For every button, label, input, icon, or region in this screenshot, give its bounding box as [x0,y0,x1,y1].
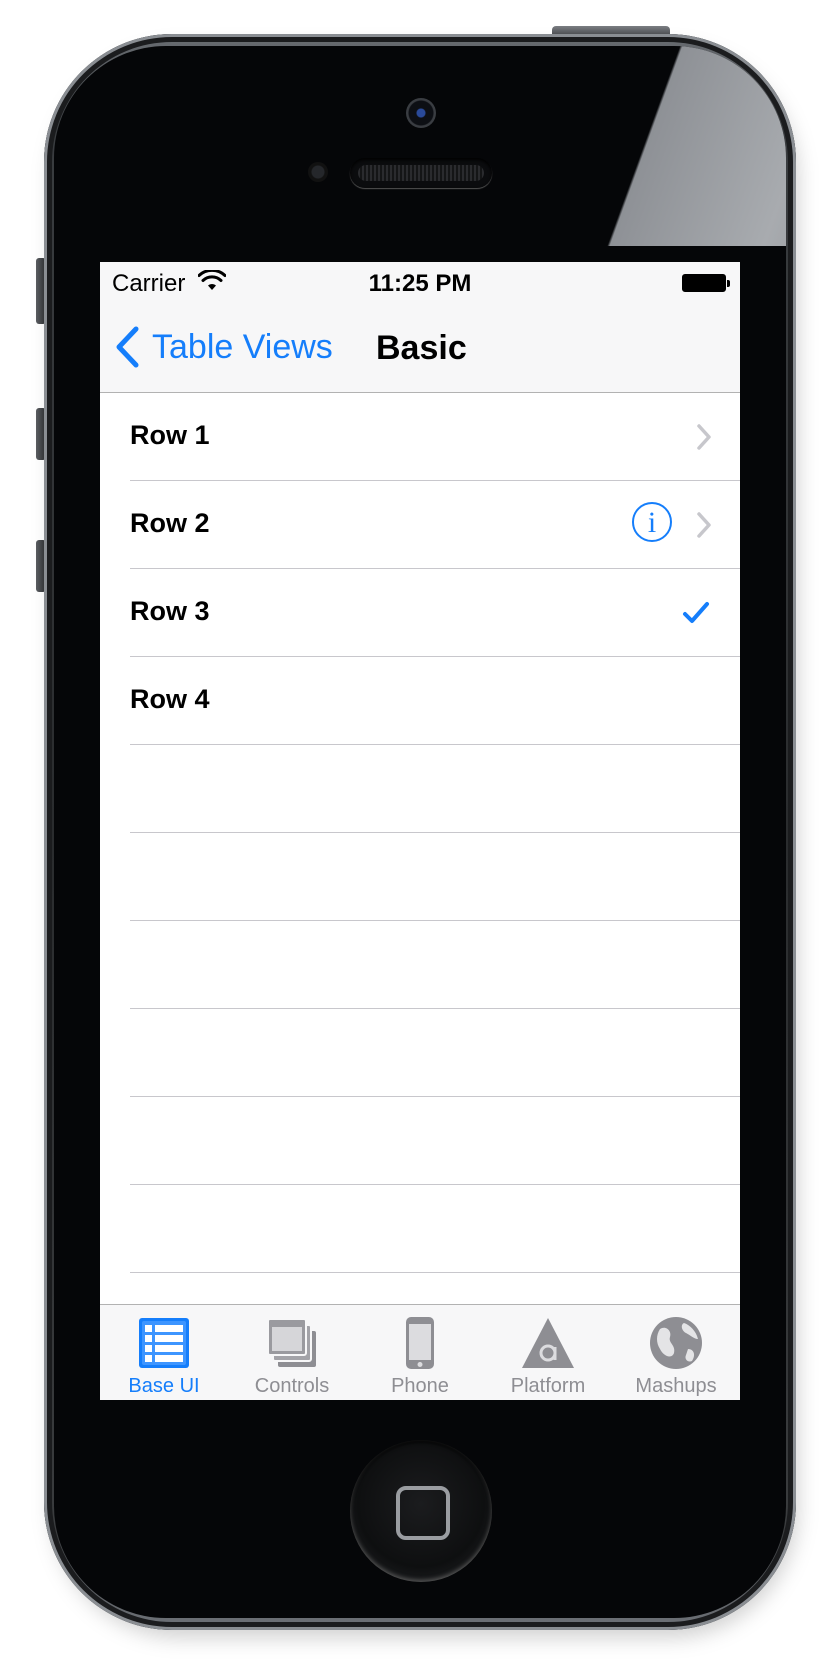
checkmark-icon [683,602,709,623]
chevron-right-icon [697,424,711,450]
platform-triangle-icon [522,1318,574,1368]
stacked-windows-icon [267,1318,316,1367]
tab-label: Base UI [128,1375,200,1397]
globe-icon [650,1317,702,1369]
tab-label: Mashups [635,1375,717,1397]
back-button[interactable]: Table Views [114,322,333,372]
front-camera [406,98,436,128]
tab-mashups[interactable]: Mashups [612,1305,740,1400]
table-row-2[interactable]: Row 2 i [130,481,740,569]
battery-full-icon [682,274,730,292]
empty-row [130,921,740,1009]
tab-phone[interactable]: Phone [356,1305,484,1400]
info-icon[interactable]: i [632,502,672,542]
tab-bar: Base UI Controls Phone Platform Mashups [100,1304,740,1400]
tab-label: Platform [510,1375,586,1397]
row-label: Row 4 [130,684,210,714]
chevron-left-icon [116,326,139,368]
earpiece-speaker [350,158,492,188]
screen: Carrier 11:25 PM Table Views Basic Row 1… [100,262,740,1400]
status-bar: Carrier 11:25 PM [100,262,740,302]
proximity-sensor [308,162,328,182]
tab-label: Phone [391,1375,449,1397]
table-row-3[interactable]: Row 3 [130,569,740,657]
status-time: 11:25 PM [368,270,472,297]
tab-controls[interactable]: Controls [228,1305,356,1400]
tab-base-ui[interactable]: Base UI [100,1305,228,1400]
tab-label: Controls [254,1375,330,1397]
back-button-label: Table Views [152,327,333,366]
empty-row [130,1185,740,1273]
empty-row [130,833,740,921]
empty-row [130,1097,740,1185]
table-row-1[interactable]: Row 1 [130,393,740,481]
table-list-icon [139,1318,189,1368]
table-view[interactable]: Row 1 Row 2 i Row 3 Row 4 [100,393,740,1361]
phone-icon [406,1317,434,1369]
page-title: Basic [376,329,467,367]
row-label: Row 3 [130,596,210,626]
row-label: Row 1 [130,420,210,450]
table-row-4[interactable]: Row 4 [130,657,740,745]
navigation-bar: Table Views Basic [100,302,740,393]
empty-row [130,745,740,833]
tab-platform[interactable]: Platform [484,1305,612,1400]
chevron-right-icon [697,512,711,538]
row-label: Row 2 [130,508,210,538]
home-button[interactable] [350,1440,492,1582]
home-square-icon [396,1486,450,1540]
empty-row [130,1009,740,1097]
